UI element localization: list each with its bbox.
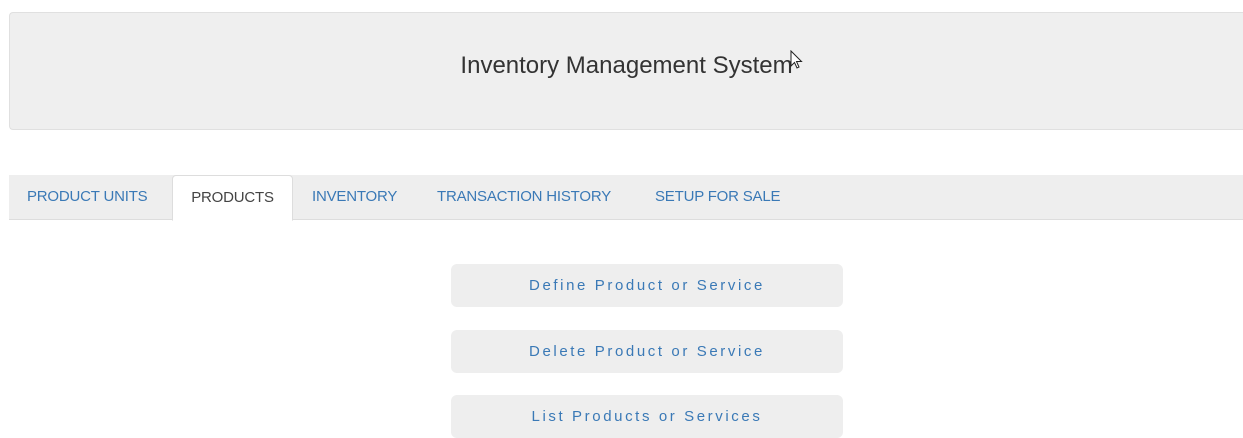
delete-product-button[interactable]: Delete Product or Service: [451, 330, 843, 373]
tab-inventory[interactable]: INVENTORY: [312, 175, 397, 220]
tab-products[interactable]: PRODUCTS: [172, 175, 293, 221]
mouse-pointer-icon: [790, 50, 803, 69]
tab-bar: PRODUCT UNITS PRODUCTS INVENTORY TRANSAC…: [9, 175, 1243, 221]
app-header: Inventory Management System: [9, 12, 1243, 130]
tab-setup-for-sale[interactable]: SETUP FOR SALE: [655, 175, 780, 220]
tab-product-units[interactable]: PRODUCT UNITS: [27, 175, 148, 220]
tab-transaction-history[interactable]: TRANSACTION HISTORY: [437, 175, 611, 220]
define-product-button[interactable]: Define Product or Service: [451, 264, 843, 307]
app-title: Inventory Management System: [460, 52, 793, 79]
